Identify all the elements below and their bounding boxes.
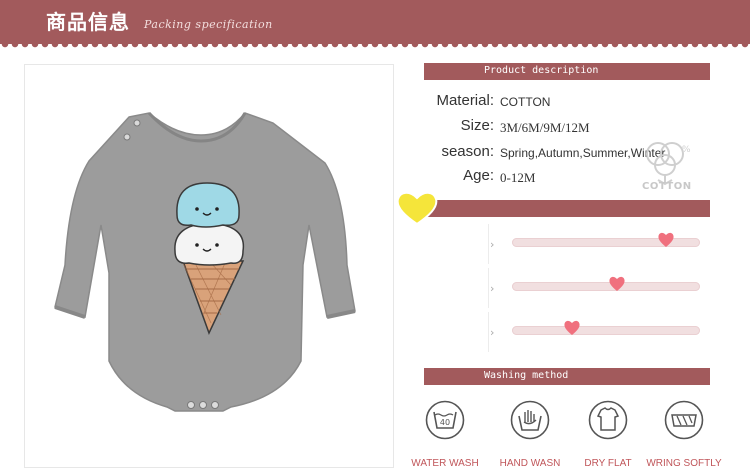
chevron-right-icon: › (490, 326, 495, 339)
spec-row-material: Material: COTTON (424, 91, 710, 113)
hand-wash-icon (510, 400, 550, 440)
hand-wash-label: HAND WASN (499, 458, 561, 469)
feature-divider-bar (424, 200, 710, 217)
spec-value: 0-12M (500, 170, 536, 185)
chevron-right-icon: › (490, 238, 495, 251)
wring-softly-label: WRING SOFTLY (646, 458, 722, 469)
spec-label: Age: (463, 167, 494, 184)
slider-heart-handle-icon[interactable] (608, 275, 626, 292)
feature-slider-1: › (424, 224, 710, 264)
slider-separator (488, 268, 489, 308)
feature-slider-3: › (424, 312, 710, 352)
spec-value: 3M/6M/9M/12M (500, 120, 590, 135)
washing-method-bar: Washing method (424, 368, 710, 385)
product-photo[interactable] (24, 64, 394, 468)
product-description-heading: Product description (484, 65, 599, 76)
cotton-badge-label: COTTON (642, 181, 692, 192)
slider-track[interactable] (512, 282, 700, 291)
slider-separator (488, 224, 489, 264)
slider-heart-handle-icon[interactable] (563, 319, 581, 336)
svg-text:40: 40 (440, 418, 450, 427)
slider-separator (488, 312, 489, 352)
slider-track[interactable] (512, 326, 700, 335)
page-subtitle: Packing specification (144, 18, 273, 31)
svg-text:%: % (682, 145, 691, 155)
header-banner: 商品信息 Packing specification (0, 0, 750, 44)
dry-flat-label: DRY FLAT (584, 458, 632, 469)
dry-flat-item: DRY FLAT (570, 396, 646, 470)
water-wash-item: 40 WATER WASH (407, 396, 483, 470)
water-wash-icon: 40 (425, 400, 465, 440)
wring-softly-icon (664, 400, 704, 440)
spec-value: COTTON (500, 95, 551, 109)
slider-heart-handle-icon[interactable] (657, 231, 675, 248)
baby-bodysuit-image (54, 111, 356, 412)
dry-flat-icon (588, 400, 628, 440)
banner-scallop-edge (0, 44, 750, 50)
page-title: 商品信息 (46, 10, 130, 34)
spec-label: Material: (436, 92, 494, 109)
product-description-bar: Product description (424, 63, 710, 80)
water-wash-label: WATER WASH (411, 458, 479, 469)
hand-wash-item: HAND WASN (492, 396, 568, 470)
spec-label: season: (441, 143, 494, 160)
yellow-heart-icon (396, 191, 438, 226)
wring-softly-item: WRING SOFTLY (646, 396, 722, 470)
chevron-right-icon: › (490, 282, 495, 295)
spec-label: Size: (460, 117, 494, 134)
washing-method-heading: Washing method (484, 370, 569, 381)
feature-slider-2: › (424, 268, 710, 308)
